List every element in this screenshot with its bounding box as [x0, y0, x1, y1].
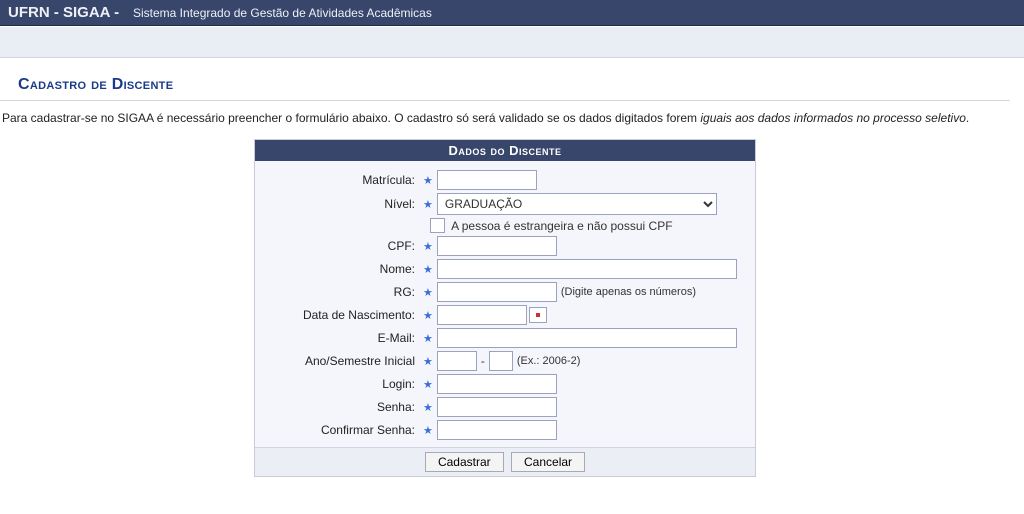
ano-input[interactable]: [437, 351, 477, 371]
form-panel: Dados do Discente Matrícula: ★ Nível: ★ …: [254, 139, 756, 477]
estrangeiro-checkbox[interactable]: [430, 218, 445, 233]
email-input[interactable]: [437, 328, 737, 348]
login-input[interactable]: [437, 374, 557, 394]
required-star-icon: ★: [419, 174, 437, 187]
form-title: Dados do Discente: [255, 140, 755, 161]
calendar-icon[interactable]: [529, 307, 547, 323]
brand-subtitle: Sistema Integrado de Gestão de Atividade…: [133, 6, 432, 20]
required-star-icon: ★: [419, 309, 437, 322]
button-bar: Cadastrar Cancelar: [255, 447, 755, 476]
label-email: E-Mail:: [265, 331, 419, 345]
label-ano-semestre: Ano/Semestre Inicial: [265, 354, 419, 368]
required-star-icon: ★: [419, 355, 437, 368]
sub-band: [0, 26, 1024, 58]
semestre-input[interactable]: [489, 351, 513, 371]
rg-input[interactable]: [437, 282, 557, 302]
label-nome: Nome:: [265, 262, 419, 276]
required-star-icon: ★: [419, 198, 437, 211]
page-title: Cadastro de Discente: [0, 68, 1010, 101]
intro-part2: .: [966, 111, 969, 125]
ano-sem-hint: (Ex.: 2006-2): [517, 355, 581, 367]
nivel-select[interactable]: GRADUAÇÃO: [437, 193, 717, 215]
label-login: Login:: [265, 377, 419, 391]
required-star-icon: ★: [419, 332, 437, 345]
required-star-icon: ★: [419, 424, 437, 437]
top-bar: UFRN - SIGAA - Sistema Integrado de Gest…: [0, 0, 1024, 26]
data-nascimento-input[interactable]: [437, 305, 527, 325]
confirmar-senha-input[interactable]: [437, 420, 557, 440]
label-cpf: CPF:: [265, 239, 419, 253]
cancelar-button[interactable]: Cancelar: [511, 452, 585, 472]
required-star-icon: ★: [419, 286, 437, 299]
label-estrangeiro: A pessoa é estrangeira e não possui CPF: [451, 219, 672, 233]
intro-text: Para cadastrar-se no SIGAA é necessário …: [0, 111, 1010, 139]
required-star-icon: ★: [419, 263, 437, 276]
ano-sem-separator: -: [481, 354, 485, 368]
senha-input[interactable]: [437, 397, 557, 417]
intro-emphasis: iguais aos dados informados no processo …: [700, 111, 966, 125]
label-senha: Senha:: [265, 400, 419, 414]
nome-input[interactable]: [437, 259, 737, 279]
required-star-icon: ★: [419, 378, 437, 391]
cpf-input[interactable]: [437, 236, 557, 256]
label-rg: RG:: [265, 285, 419, 299]
required-star-icon: ★: [419, 401, 437, 414]
label-matricula: Matrícula:: [265, 173, 419, 187]
label-nivel: Nível:: [265, 197, 419, 211]
cadastrar-button[interactable]: Cadastrar: [425, 452, 504, 472]
intro-part1: Para cadastrar-se no SIGAA é necessário …: [2, 111, 700, 125]
required-star-icon: ★: [419, 240, 437, 253]
brand: UFRN - SIGAA -: [8, 4, 119, 21]
rg-hint: (Digite apenas os números): [561, 286, 696, 298]
label-data-nascimento: Data de Nascimento:: [265, 308, 419, 322]
label-confirmar-senha: Confirmar Senha:: [265, 423, 419, 437]
matricula-input[interactable]: [437, 170, 537, 190]
